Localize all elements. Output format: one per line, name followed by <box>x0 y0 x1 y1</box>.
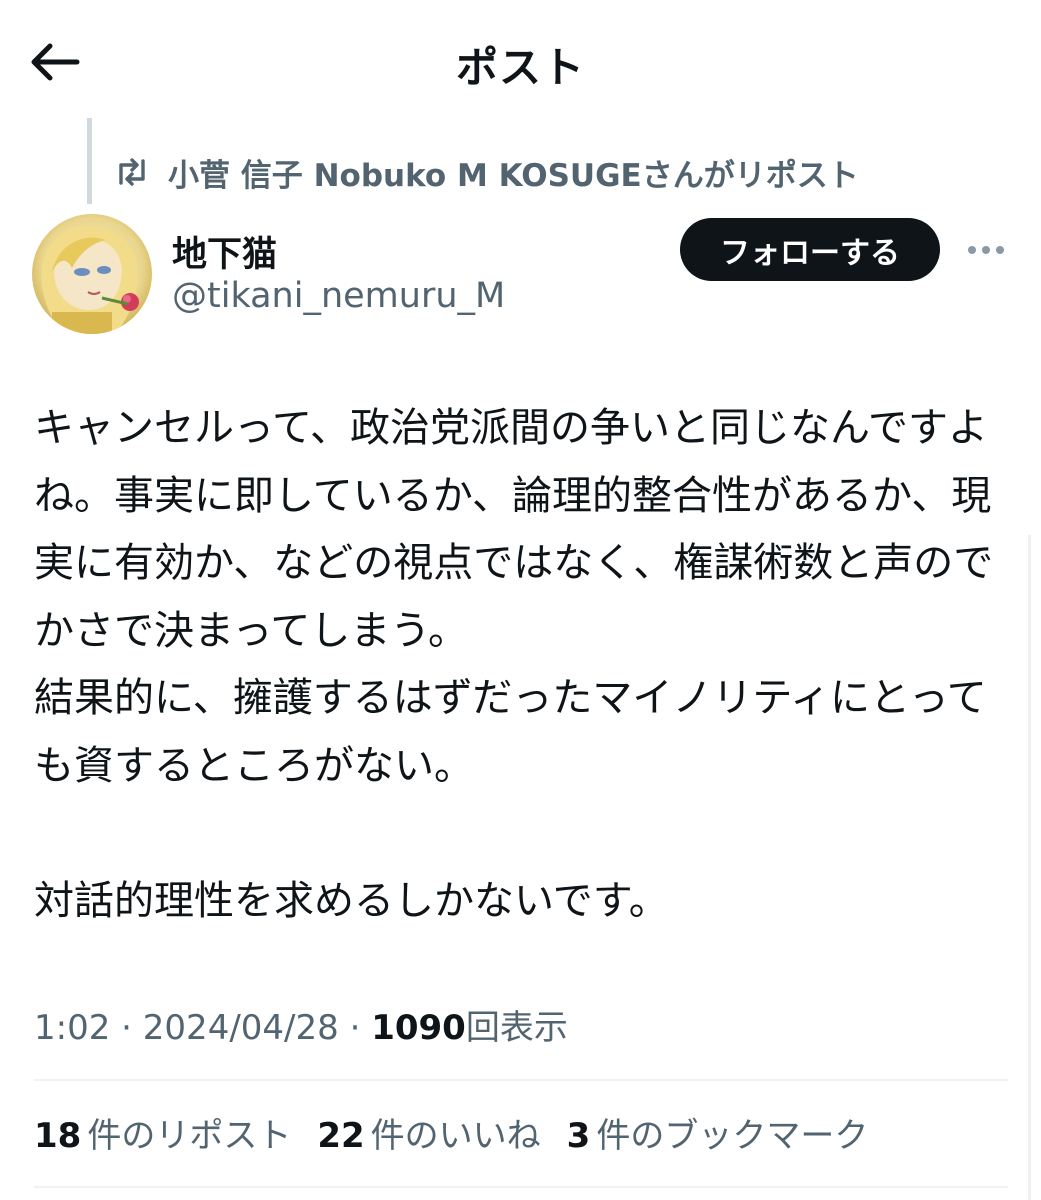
view-count: 1090 <box>371 1008 466 1048</box>
author-handle[interactable]: @tikani_nemuru_M <box>172 276 505 316</box>
divider <box>34 1079 1008 1081</box>
view-count-label: 回表示 <box>465 1008 568 1048</box>
avatar[interactable] <box>32 214 152 334</box>
thread-line <box>87 118 92 204</box>
repost-count-label: 件のリポスト <box>87 1116 292 1156</box>
repost-text: 小菅 信子 Nobuko M KOSUGEさんがリポスト <box>168 157 859 194</box>
top-bar: ポスト <box>0 0 1041 118</box>
repost-icon <box>119 158 145 186</box>
repost-count[interactable]: 18 件のリポスト <box>34 1108 291 1157</box>
post-meta: 1:02 · 2024/04/28 · 1090回表示 <box>34 1000 568 1049</box>
author-display-name[interactable]: 地下猫 <box>172 226 277 277</box>
post-time[interactable]: 1:02 <box>34 1008 110 1048</box>
more-dots-icon <box>968 246 1004 254</box>
bookmark-count-number: 3 <box>566 1116 591 1156</box>
repost-context[interactable]: 小菅 信子 Nobuko M KOSUGEさんがリポスト <box>112 150 859 194</box>
like-count-number: 22 <box>317 1116 365 1156</box>
post-text: キャンセルって、政治党派間の争いと同じなんですよね。事実に即しているか、論理的整… <box>34 405 994 924</box>
divider <box>34 1186 1008 1188</box>
bookmark-count-label: 件のブックマーク <box>596 1116 869 1156</box>
more-button[interactable] <box>958 228 1014 272</box>
follow-button[interactable]: フォローする <box>680 218 940 281</box>
bookmark-count[interactable]: 3 件のブックマーク <box>567 1108 869 1157</box>
illustrated-portrait-avatar <box>32 214 152 334</box>
meta-separator: · <box>121 1008 132 1048</box>
meta-separator: · <box>349 1008 361 1048</box>
like-count-label: 件のいいね <box>370 1116 541 1156</box>
post-date[interactable]: 2024/04/28 <box>143 1008 339 1048</box>
engagement-stats: 18 件のリポスト 22 件のいいね 3 件のブックマーク <box>34 1108 894 1157</box>
scroll-indicator <box>1028 535 1031 1200</box>
repost-count-number: 18 <box>34 1116 82 1156</box>
page-title: ポスト <box>455 43 585 92</box>
like-count[interactable]: 22 件のいいね <box>317 1108 540 1157</box>
